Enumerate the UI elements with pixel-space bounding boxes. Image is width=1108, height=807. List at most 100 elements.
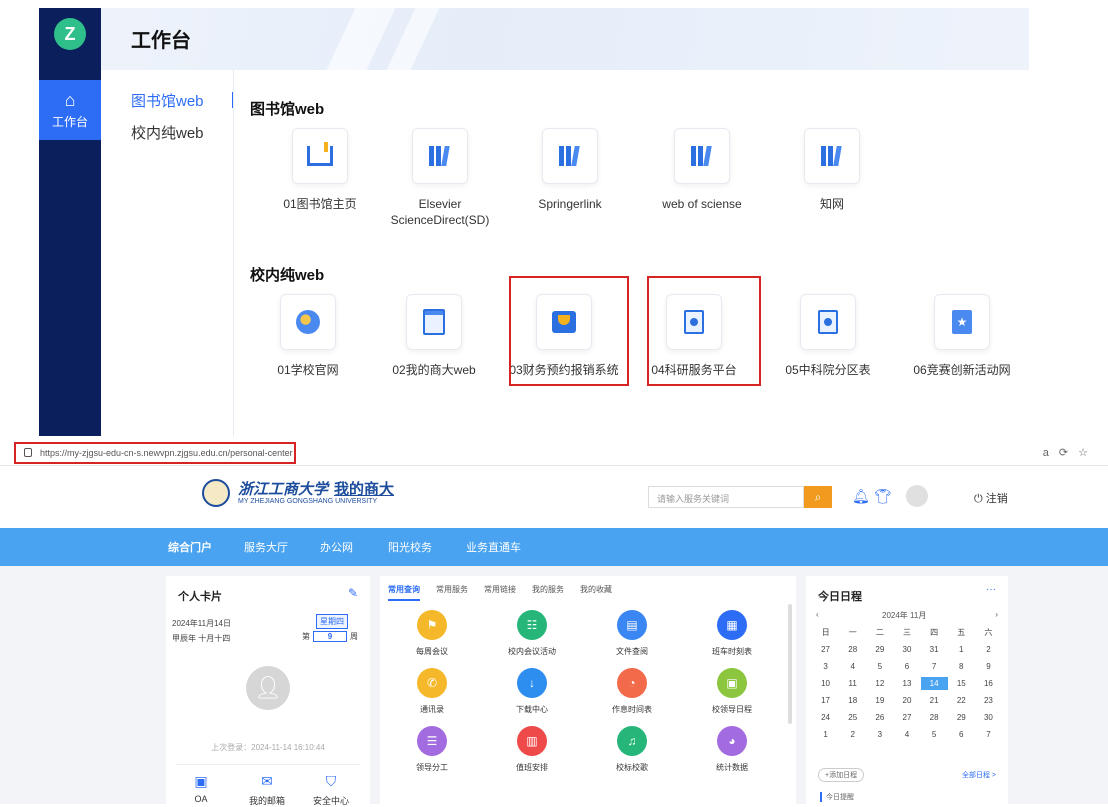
calendar-day[interactable]: 24 xyxy=(812,711,839,724)
calendar-day[interactable]: 20 xyxy=(893,694,920,707)
avatar[interactable] xyxy=(906,485,928,507)
calendar-day[interactable]: 7 xyxy=(975,728,1002,741)
app-tile[interactable]: web of sciense xyxy=(642,128,762,212)
service-item[interactable]: ☷ 校内会议活动 xyxy=(492,610,572,657)
calendar-day[interactable]: 30 xyxy=(893,643,920,656)
calendar-day[interactable]: 3 xyxy=(866,728,893,741)
sidebar-item-workbench[interactable]: ⌂ 工作台 xyxy=(39,80,101,140)
app-tile[interactable]: 01学校官网 xyxy=(248,294,368,378)
calendar-day[interactable]: 18 xyxy=(839,694,866,707)
week-prefix: 第 xyxy=(302,632,310,641)
service-item[interactable]: ↓ 下载中心 xyxy=(492,668,572,715)
calendar-day[interactable]: 31 xyxy=(921,643,948,656)
calendar-day[interactable]: 5 xyxy=(866,660,893,673)
calendar-day[interactable]: 8 xyxy=(948,660,975,673)
calendar-day[interactable]: 15 xyxy=(948,677,975,690)
logout-button[interactable]: ⏻ 注销 xyxy=(974,490,1008,506)
calendar-day[interactable]: 27 xyxy=(812,643,839,656)
calendar-day[interactable]: 2 xyxy=(975,643,1002,656)
service-item[interactable]: ▦ 班车时刻表 xyxy=(692,610,772,657)
tab-common-links[interactable]: 常用链接 xyxy=(484,584,516,595)
calendar-day[interactable]: 13 xyxy=(893,677,920,690)
tab-common-services[interactable]: 常用服务 xyxy=(436,584,468,595)
calendar-day[interactable]: 23 xyxy=(975,694,1002,707)
link-oa[interactable]: ▣ OA xyxy=(176,773,226,804)
calendar-day[interactable]: 4 xyxy=(839,660,866,673)
calendar-day[interactable]: 22 xyxy=(948,694,975,707)
calendar-day[interactable]: 11 xyxy=(839,677,866,690)
calendar-day[interactable]: 1 xyxy=(948,643,975,656)
calendar-day[interactable]: 7 xyxy=(921,660,948,673)
nav-item[interactable]: 阳光校务 xyxy=(388,539,432,555)
service-item[interactable]: ◕ 统计数据 xyxy=(692,726,772,773)
tab-campus-web[interactable]: 校内纯web xyxy=(131,122,204,143)
read-aloud-icon[interactable]: a xyxy=(1043,447,1059,459)
service-item[interactable]: ◔ 作息时间表 xyxy=(592,668,672,715)
calendar-day[interactable]: 2 xyxy=(839,728,866,741)
service-item[interactable]: ▥ 值班安排 xyxy=(492,726,572,773)
calendar-day[interactable]: 5 xyxy=(921,728,948,741)
chevron-right-icon[interactable]: › xyxy=(995,610,998,619)
edit-icon[interactable]: ✎ xyxy=(348,586,358,600)
app-tile[interactable]: 05中科院分区表 xyxy=(768,294,888,378)
refresh-icon[interactable]: ⟳ xyxy=(1059,447,1078,459)
calendar-day[interactable]: 28 xyxy=(839,643,866,656)
app-tile[interactable]: 知网 xyxy=(772,128,892,212)
university-logo[interactable]: 浙江工商大学 我的商大 xyxy=(238,478,394,499)
calendar-day[interactable]: 4 xyxy=(893,728,920,741)
nav-item[interactable]: 业务直通车 xyxy=(466,539,521,555)
nav-item[interactable]: 服务大厅 xyxy=(244,539,288,555)
service-item[interactable]: ▤ 文件查阅 xyxy=(592,610,672,657)
all-schedule-link[interactable]: 全部日程 > xyxy=(962,770,996,780)
tab-library-web[interactable]: 图书馆web xyxy=(131,90,233,111)
app-tile[interactable]: 01图书馆主页 xyxy=(260,128,380,212)
calendar-day[interactable]: 14 xyxy=(920,677,948,690)
link-mailbox[interactable]: ✉ 我的邮箱 xyxy=(242,773,292,807)
scrollbar[interactable] xyxy=(788,604,792,724)
service-item[interactable]: ▣ 校领导日程 xyxy=(692,668,772,715)
bell-icon[interactable]: 🔔︎ xyxy=(852,488,870,505)
calendar-day[interactable]: 6 xyxy=(948,728,975,741)
service-item[interactable]: ✆ 通讯录 xyxy=(392,668,472,715)
app-tile[interactable]: Elsevier ScienceDirect(SD) xyxy=(380,128,500,228)
calendar-day[interactable]: 29 xyxy=(948,711,975,724)
user-avatar-icon[interactable]: 👤︎ xyxy=(246,666,290,710)
calendar-day[interactable]: 27 xyxy=(893,711,920,724)
tab-my-favorites[interactable]: 我的收藏 xyxy=(580,584,612,595)
calendar-day[interactable]: 9 xyxy=(975,660,1002,673)
search-button[interactable]: ⌕ xyxy=(804,486,832,508)
calendar-day[interactable]: 10 xyxy=(812,677,839,690)
tab-my-services[interactable]: 我的服务 xyxy=(532,584,564,595)
skin-shirt-icon[interactable]: 👕︎ xyxy=(874,488,892,505)
add-schedule-button[interactable]: +添加日程 xyxy=(818,768,865,782)
calendar-day[interactable]: 12 xyxy=(866,677,893,690)
app-tile[interactable]: Springerlink xyxy=(510,128,630,212)
chevron-left-icon[interactable]: ‹ xyxy=(816,610,819,619)
calendar-day[interactable]: 28 xyxy=(921,711,948,724)
nav-item[interactable]: 综合门户 xyxy=(168,539,212,555)
calendar-day[interactable]: 25 xyxy=(839,711,866,724)
calendar-day[interactable]: 16 xyxy=(975,677,1002,690)
tab-common-query[interactable]: 常用查询 xyxy=(388,584,420,601)
calendar-day[interactable]: 26 xyxy=(866,711,893,724)
search-input[interactable]: 请输入服务关键词 xyxy=(648,486,804,508)
calendar-day[interactable]: 29 xyxy=(866,643,893,656)
service-item[interactable]: ⚑ 每周会议 xyxy=(392,610,472,657)
calendar-day[interactable]: 1 xyxy=(812,728,839,741)
service-item[interactable]: ♫ 校标校歌 xyxy=(592,726,672,773)
calendar-day[interactable]: 6 xyxy=(893,660,920,673)
url-field[interactable]: https://my-zjgsu-edu-cn-s.newvpn.zjgsu.e… xyxy=(14,442,296,464)
calendar-day[interactable]: 30 xyxy=(975,711,1002,724)
calendar-day[interactable]: 17 xyxy=(812,694,839,707)
calendar-card: 今日日程 ··· ‹ 2024年 11月 › 日一二三四五六 27 28 29 30 31… xyxy=(806,576,1008,804)
link-security[interactable]: ⛉ 安全中心 xyxy=(306,773,356,807)
calendar-day[interactable]: 3 xyxy=(812,660,839,673)
app-tile[interactable]: 02我的商大web xyxy=(374,294,494,378)
calendar-day[interactable]: 19 xyxy=(866,694,893,707)
service-item[interactable]: ☰ 领导分工 xyxy=(392,726,472,773)
app-tile[interactable]: ★ 06竞赛创新活动网 xyxy=(902,294,1022,378)
more-icon[interactable]: ··· xyxy=(986,584,996,595)
nav-item[interactable]: 办公网 xyxy=(320,539,353,555)
favorite-star-icon[interactable]: ☆ xyxy=(1078,447,1098,459)
calendar-day[interactable]: 21 xyxy=(921,694,948,707)
